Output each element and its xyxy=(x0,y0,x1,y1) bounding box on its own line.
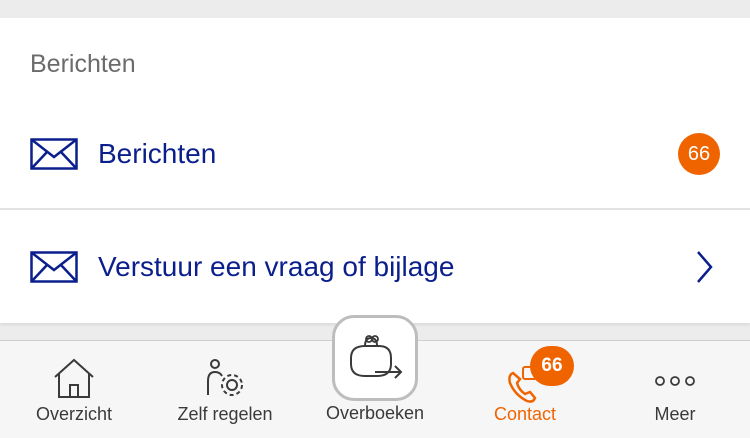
messages-row[interactable]: Berichten 66 xyxy=(0,100,750,208)
messages-count-badge: 66 xyxy=(678,133,720,175)
envelope-icon xyxy=(30,138,78,170)
tab-overzicht[interactable]: Overzicht xyxy=(20,341,128,438)
send-question-row[interactable]: Verstuur een vraag of bijlage xyxy=(0,210,750,323)
messages-row-label: Berichten xyxy=(98,138,217,169)
home-icon xyxy=(54,358,94,398)
top-strip xyxy=(0,0,750,18)
overboeken-button[interactable] xyxy=(332,315,418,401)
person-gear-icon xyxy=(207,359,243,396)
chevron-right-icon xyxy=(697,250,713,283)
tab-meer-label: Meer xyxy=(654,404,696,424)
send-question-row-label: Verstuur een vraag of bijlage xyxy=(98,250,455,282)
tab-zelf-regelen-label: Zelf regelen xyxy=(177,404,273,424)
more-dots-icon xyxy=(655,376,695,386)
envelope-icon xyxy=(30,250,78,283)
tab-meer[interactable]: Meer xyxy=(630,341,720,438)
section-title: Berichten xyxy=(30,50,136,78)
contact-count-badge: 66 xyxy=(530,346,574,386)
tab-zelf-regelen[interactable]: Zelf regelen xyxy=(165,341,285,438)
tab-overboeken-label: Overboeken xyxy=(325,403,425,423)
wallet-transfer-icon xyxy=(350,335,403,379)
tab-overzicht-label: Overzicht xyxy=(35,404,113,424)
tab-contact-label: Contact xyxy=(493,404,557,424)
